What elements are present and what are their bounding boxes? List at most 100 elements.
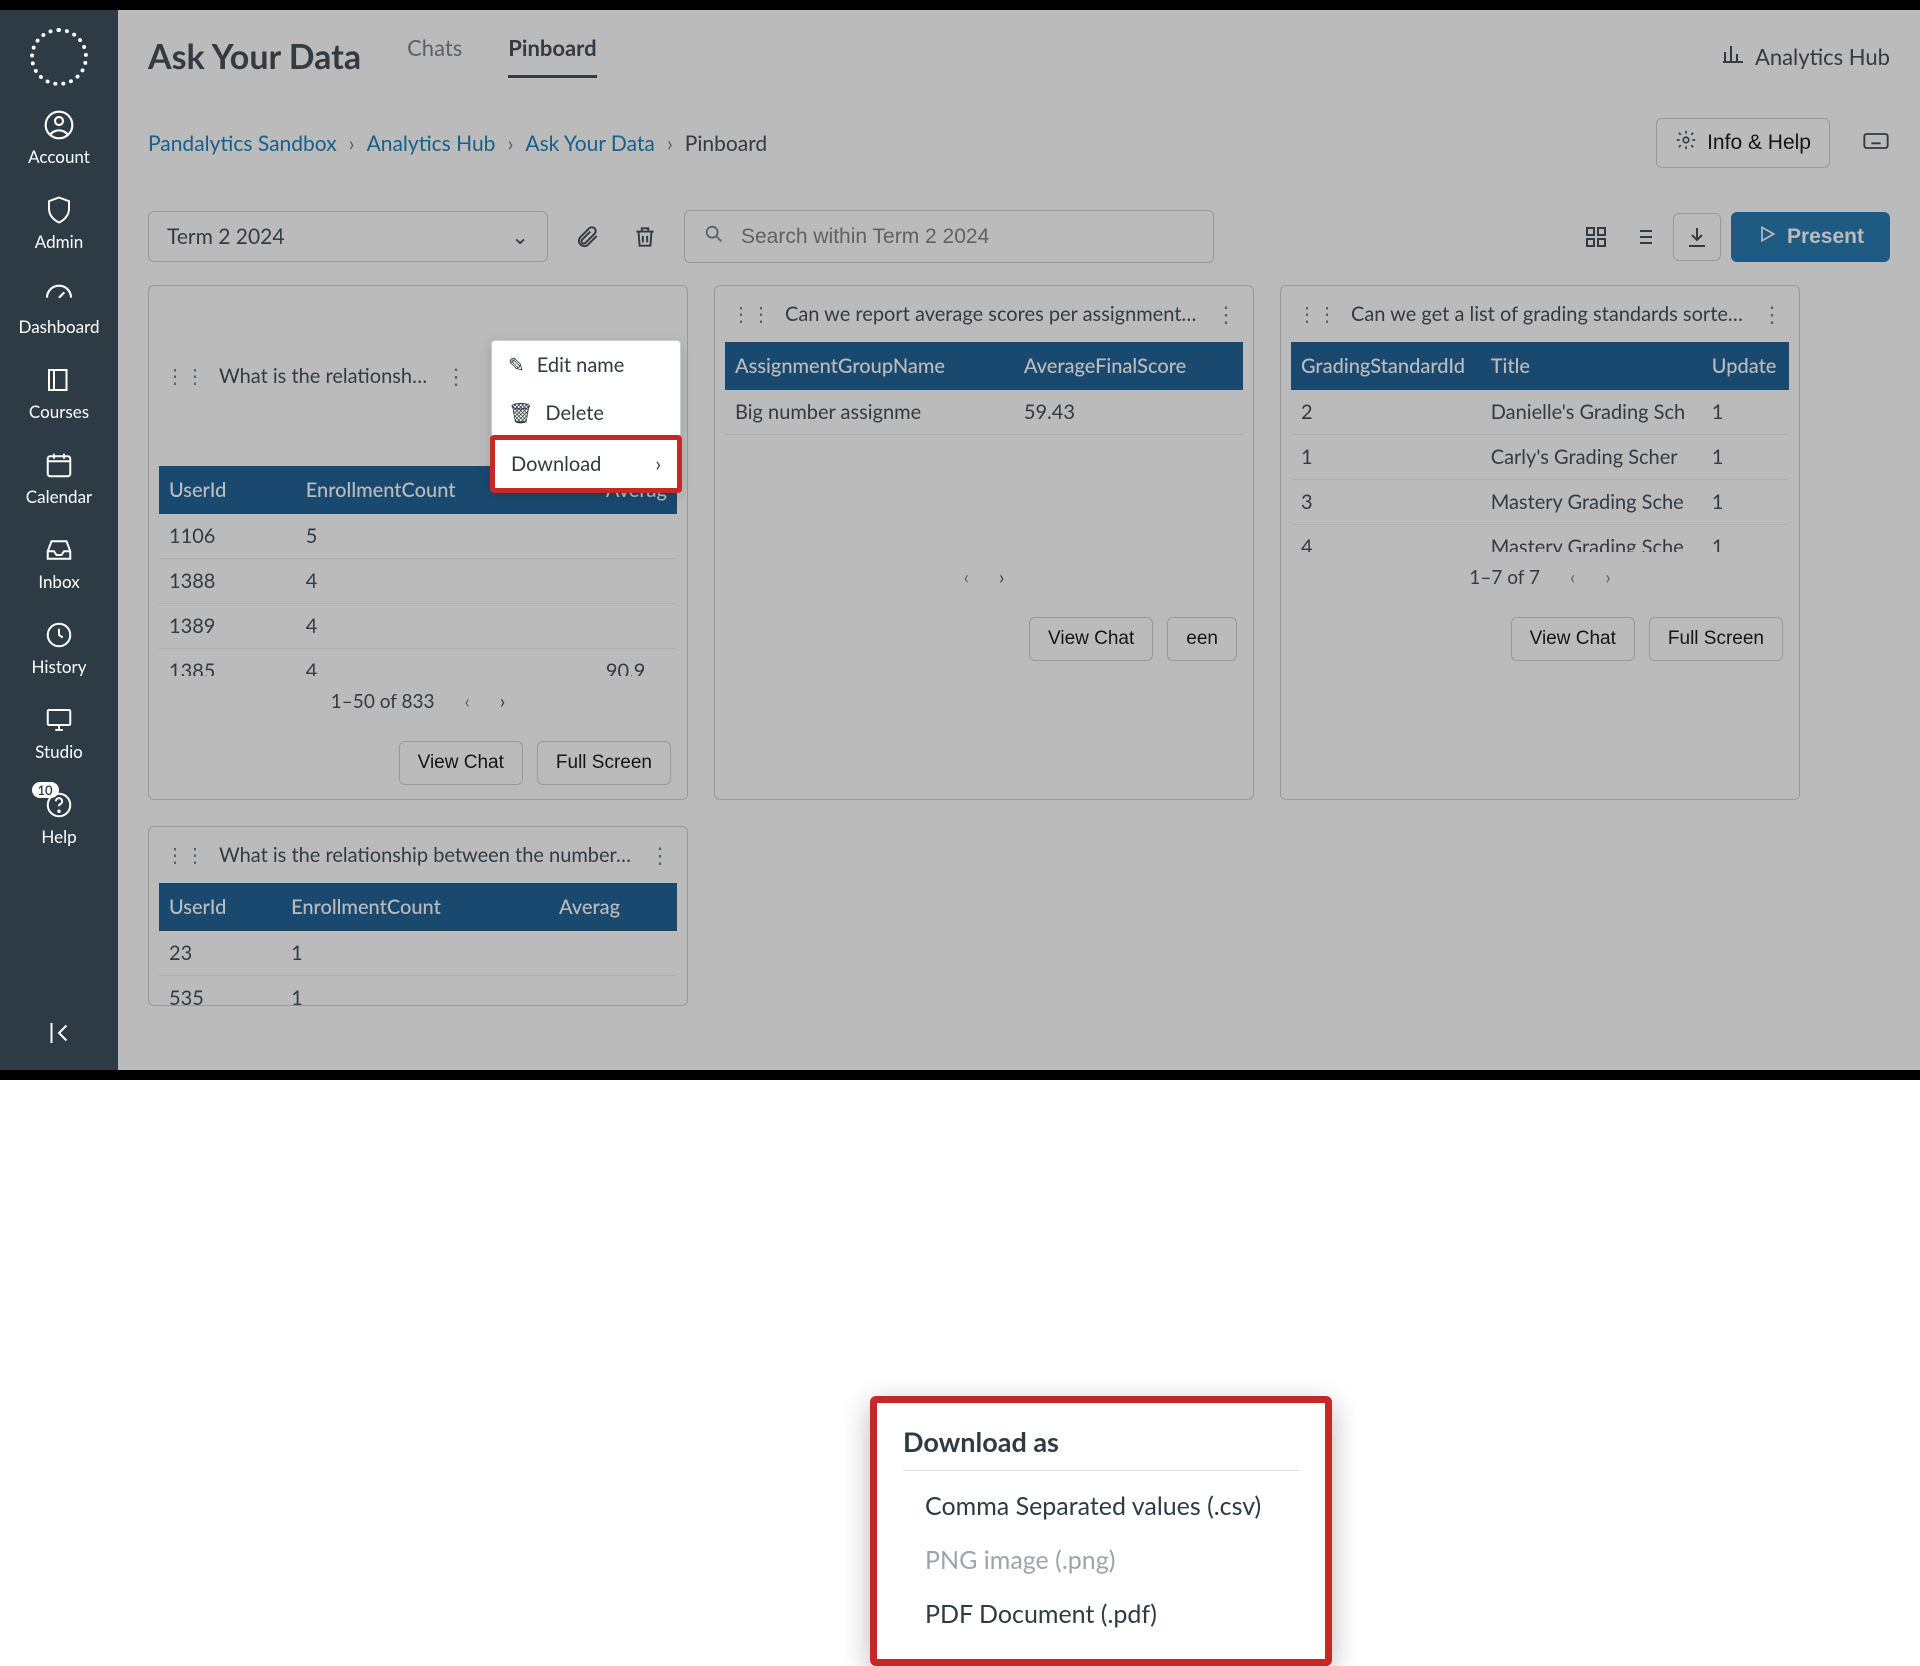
pager: 1–7 of 7 ‹ ›	[1281, 552, 1799, 603]
term-select[interactable]: Term 2 2024 ⌄	[148, 211, 548, 262]
chevron-right-icon: ›	[655, 452, 661, 476]
play-icon	[1757, 224, 1777, 250]
gauge-icon	[42, 278, 76, 312]
table-row: Big number assignme59.43	[725, 390, 1243, 435]
pager-text: 1–7 of 7	[1469, 566, 1540, 589]
card-menu-button[interactable]: ⋮	[445, 362, 467, 390]
ctx-download[interactable]: Download ›	[490, 435, 682, 493]
pager: 1–50 of 833 ‹ ›	[149, 676, 687, 727]
ctx-delete[interactable]: 🗑 Delete	[492, 389, 680, 437]
search-box[interactable]	[684, 210, 1214, 263]
card-table: UserId EnrollmentCount Averag 11065 1388…	[159, 466, 677, 676]
pager-prev[interactable]: ‹	[1570, 566, 1575, 589]
pin-card: ⋮⋮ Can we get a list of grading standard…	[1280, 285, 1800, 800]
nav-label: Account	[28, 146, 90, 167]
tab-pinboard[interactable]: Pinboard	[508, 34, 596, 78]
pager-next[interactable]: ›	[1605, 566, 1610, 589]
attach-button[interactable]	[568, 218, 606, 256]
card-context-menu: ✎ Edit name 🗑 Delete Download ›	[491, 340, 681, 492]
table-row: 5351	[159, 976, 677, 1007]
download-as-panel: Download as Comma Separated values (.csv…	[870, 1396, 1332, 1666]
download-csv-option[interactable]: Comma Separated values (.csv)	[903, 1479, 1299, 1533]
ctx-edit-name[interactable]: ✎ Edit name	[492, 341, 680, 389]
help-badge: 10	[32, 782, 59, 798]
card-title: Can we get a list of grading standards s…	[1351, 302, 1747, 326]
book-icon	[42, 363, 76, 397]
download-all-button[interactable]	[1673, 213, 1721, 261]
card-table: GradingStandardId Title Update 2Danielle…	[1291, 342, 1789, 552]
drag-handle-icon[interactable]: ⋮⋮	[165, 843, 205, 867]
crumb-sandbox[interactable]: Pandalytics Sandbox	[148, 131, 337, 156]
analytics-hub-label: Analytics Hub	[1755, 43, 1890, 70]
view-chat-button[interactable]: View Chat	[399, 741, 523, 785]
card-menu-button[interactable]: ⋮	[1215, 300, 1237, 328]
crumb-askdata[interactable]: Ask Your Data	[525, 131, 655, 156]
full-screen-button[interactable]: een	[1167, 617, 1237, 661]
view-chat-button[interactable]: View Chat	[1029, 617, 1153, 661]
tab-chats[interactable]: Chats	[407, 34, 462, 78]
drag-handle-icon[interactable]: ⋮⋮	[1297, 302, 1337, 326]
delete-button[interactable]	[626, 218, 664, 256]
nav-inbox[interactable]: Inbox	[38, 533, 79, 592]
nav-label: Inbox	[38, 571, 79, 592]
trash-icon: 🗑	[508, 401, 533, 425]
nav-history[interactable]: History	[32, 618, 87, 677]
keyboard-icon[interactable]	[1862, 127, 1890, 159]
shield-icon	[42, 193, 76, 227]
drag-handle-icon[interactable]: ⋮⋮	[731, 302, 771, 326]
chevron-down-icon: ⌄	[511, 224, 529, 249]
card-title: Can we report average scores per assignm…	[785, 302, 1201, 326]
nav-dashboard[interactable]: Dashboard	[19, 278, 100, 337]
pager: ‹ ›	[715, 552, 1253, 603]
nav-label: Admin	[35, 231, 83, 252]
card-table: UserId EnrollmentCount Averag 231 5351	[159, 883, 677, 1006]
present-button[interactable]: Present	[1731, 212, 1890, 262]
pager-prev[interactable]: ‹	[465, 690, 470, 713]
full-screen-button[interactable]: Full Screen	[1649, 617, 1783, 661]
nav-calendar[interactable]: Calendar	[26, 448, 92, 507]
list-view-button[interactable]	[1625, 218, 1663, 256]
calendar-icon	[42, 448, 76, 482]
info-help-button[interactable]: Info & Help	[1656, 118, 1830, 168]
nav-admin[interactable]: Admin	[35, 193, 83, 252]
download-pdf-option[interactable]: PDF Document (.pdf)	[903, 1587, 1299, 1641]
nav-label: Courses	[29, 401, 89, 422]
nav-account[interactable]: Account	[28, 108, 90, 167]
full-screen-button[interactable]: Full Screen	[537, 741, 671, 785]
drag-handle-icon[interactable]: ⋮⋮	[165, 364, 205, 388]
inbox-icon	[42, 533, 76, 567]
search-input[interactable]	[739, 224, 1195, 250]
search-icon	[703, 223, 725, 250]
nav-help[interactable]: 10 Help	[41, 788, 76, 847]
pin-card: ⋮⋮ What is the relationship between the …	[148, 826, 688, 1006]
header: Ask Your Data Chats Pinboard Analytics H…	[118, 10, 1920, 78]
crumb-analytics[interactable]: Analytics Hub	[367, 131, 496, 156]
card-table: AssignmentGroupName AverageFinalScore Bi…	[725, 342, 1243, 435]
collapse-nav-button[interactable]	[42, 1016, 76, 1050]
pager-next[interactable]: ›	[999, 566, 1004, 589]
card-title: What is the relationship between the num…	[219, 843, 635, 867]
left-nav: Account Admin Dashboard Courses Calendar…	[0, 10, 118, 1070]
pin-card: ⋮⋮ Can we report average scores per assi…	[714, 285, 1254, 800]
analytics-hub-link[interactable]: Analytics Hub	[1721, 42, 1890, 71]
card-title: What is the relationship between the num…	[219, 364, 431, 388]
card-menu-button[interactable]: ⋮	[1761, 300, 1783, 328]
grid-view-button[interactable]	[1577, 218, 1615, 256]
pager-prev[interactable]: ‹	[964, 566, 969, 589]
table-row: 11065	[159, 514, 677, 559]
nav-courses[interactable]: Courses	[29, 363, 89, 422]
user-icon	[42, 108, 76, 142]
pager-next[interactable]: ›	[500, 690, 505, 713]
collapse-icon	[42, 1016, 76, 1050]
download-png-option[interactable]: PNG image (.png)	[903, 1533, 1299, 1587]
term-label: Term 2 2024	[167, 224, 285, 249]
download-as-title: Download as	[903, 1425, 1299, 1471]
table-row: 3Mastery Grading Sche1	[1291, 480, 1789, 525]
view-chat-button[interactable]: View Chat	[1511, 617, 1635, 661]
table-row: 231	[159, 931, 677, 976]
monitor-icon	[42, 703, 76, 737]
app-title: Ask Your Data	[148, 36, 361, 77]
card-menu-button[interactable]: ⋮	[649, 841, 671, 869]
table-row: 2Danielle's Grading Sch1	[1291, 390, 1789, 435]
nav-studio[interactable]: Studio	[35, 703, 83, 762]
